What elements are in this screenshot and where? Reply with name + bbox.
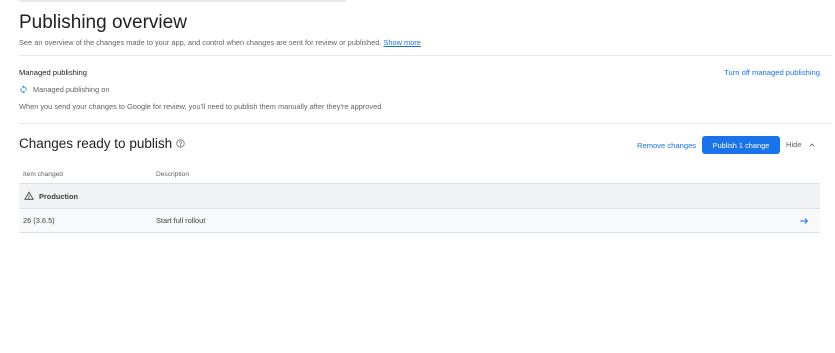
column-header-item-changed: Item changed bbox=[23, 171, 63, 178]
hide-label: Hide bbox=[786, 140, 802, 149]
group-name: Production bbox=[39, 191, 79, 201]
table-header: Item changed Description bbox=[19, 166, 820, 184]
help-icon[interactable] bbox=[176, 139, 185, 148]
publish-button[interactable]: Publish 1 change bbox=[702, 136, 780, 154]
description-cell: Start full rollout bbox=[156, 216, 206, 225]
managed-publishing-note: When you send your changes to Google for… bbox=[19, 102, 382, 111]
table-row[interactable]: 26 (3.6.5) Start full rollout bbox=[19, 209, 820, 233]
managed-publishing-status-text: Managed publishing on bbox=[33, 85, 110, 94]
managed-publishing-title: Managed publishing bbox=[19, 68, 87, 77]
turn-off-managed-publishing-link[interactable]: Turn off managed publishing bbox=[724, 68, 820, 77]
sync-icon bbox=[20, 85, 27, 94]
top-progress-line bbox=[19, 0, 346, 2]
changes-section-title: Changes ready to publish bbox=[19, 136, 185, 151]
changes-title-text: Changes ready to publish bbox=[19, 136, 173, 151]
page-subtitle: See an overview of the changes made to y… bbox=[19, 38, 421, 47]
divider bbox=[19, 123, 832, 124]
column-header-description: Description bbox=[156, 171, 189, 178]
page-subtitle-text: See an overview of the changes made to y… bbox=[19, 38, 382, 47]
group-row-production: Production bbox=[19, 184, 820, 209]
group-label: Production bbox=[24, 191, 78, 201]
changes-table: Item changed Description Production 26 (… bbox=[19, 166, 820, 233]
hide-toggle[interactable]: Hide bbox=[786, 140, 816, 149]
chevron-up-icon bbox=[808, 142, 815, 147]
arrow-right-icon[interactable] bbox=[799, 216, 809, 226]
item-changed-cell: 26 (3.6.5) bbox=[23, 216, 55, 225]
managed-publishing-status: Managed publishing on bbox=[19, 85, 109, 94]
divider bbox=[19, 55, 832, 56]
remove-changes-button[interactable]: Remove changes bbox=[637, 141, 696, 150]
page-title: Publishing overview bbox=[19, 12, 187, 33]
warning-icon bbox=[24, 191, 34, 200]
show-more-link[interactable]: Show more bbox=[383, 38, 420, 47]
